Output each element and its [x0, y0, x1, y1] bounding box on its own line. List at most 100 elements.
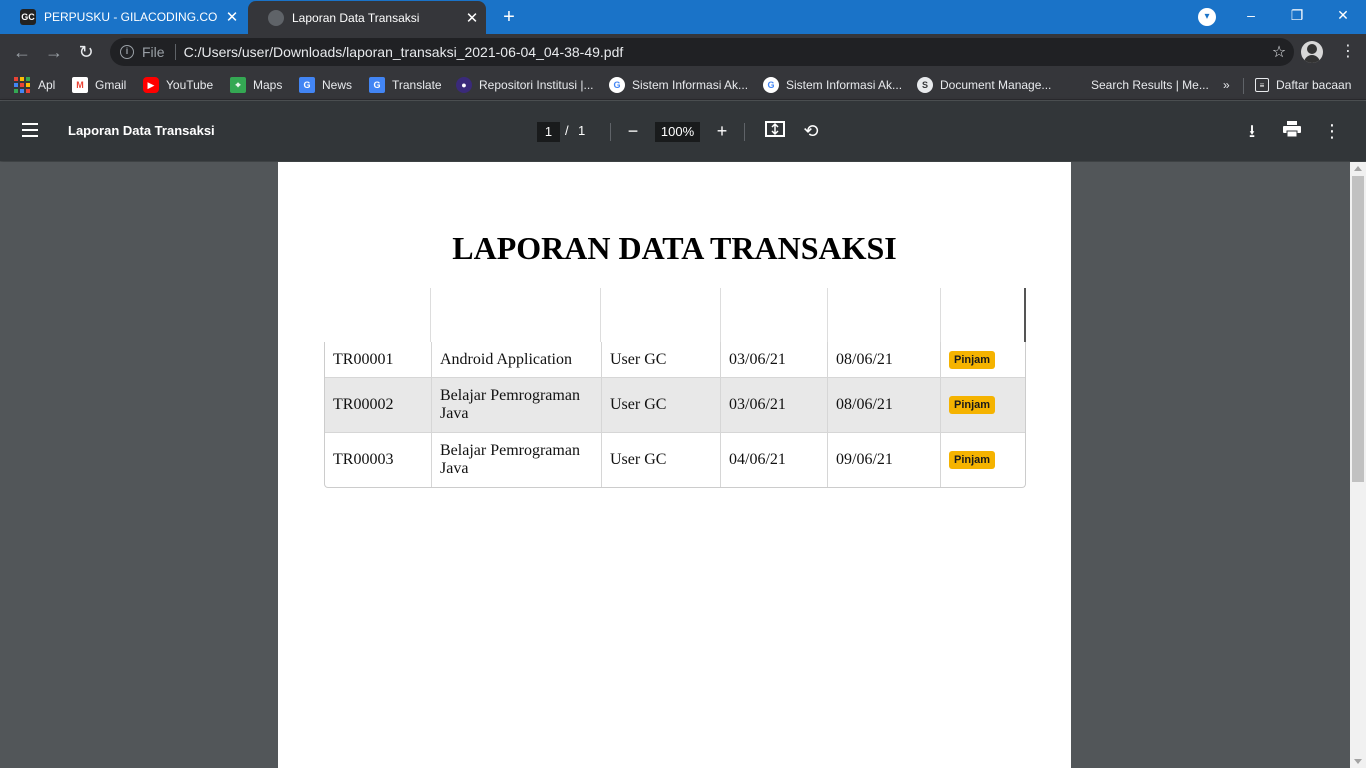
tab-perpusku[interactable]: GC PERPUSKU - GILACODING.COM ✕ — [0, 0, 246, 34]
apps-grid-icon — [14, 77, 30, 93]
google-icon: G — [763, 77, 779, 93]
print-icon[interactable] — [1280, 119, 1304, 143]
close-window-button[interactable]: ✕ — [1320, 0, 1366, 30]
cell-id: TR00003 — [333, 451, 394, 468]
cell-return-date: 08/06/21 — [827, 378, 940, 432]
download-icon[interactable]: ⭳ — [1240, 119, 1264, 143]
forward-arrow-icon[interactable]: → — [40, 38, 68, 66]
cell-return-date: 08/06/21 — [827, 342, 940, 377]
tab-search-icon[interactable]: ▾ — [1198, 8, 1216, 26]
cell-id: TR00002 — [333, 396, 394, 413]
page-separator: / — [565, 123, 569, 138]
bookmark-news[interactable]: G News — [299, 75, 352, 95]
address-bar[interactable]: i File C:/Users/user/Downloads/laporan_t… — [110, 38, 1294, 66]
cell-status: Pinjam — [940, 378, 1025, 432]
restore-button[interactable]: ❐ — [1274, 0, 1320, 30]
info-icon[interactable]: i — [120, 45, 134, 59]
bookmark-gmail[interactable]: M Gmail — [72, 75, 126, 95]
hamburger-menu-icon[interactable] — [22, 119, 46, 143]
pdf-viewport: LAPORAN DATA TRANSAKSI TR00001 Android A… — [0, 162, 1350, 768]
globe-icon — [268, 9, 284, 26]
bookmark-label: Repositori Institusi |... — [479, 78, 594, 92]
status-badge: Pinjam — [949, 396, 996, 414]
fit-to-page-icon[interactable] — [763, 119, 787, 143]
browser-toolbar: ← → ↻ i File C:/Users/user/Downloads/lap… — [0, 34, 1366, 70]
table-row: TR00003 Belajar Pemrograman Java User GC… — [325, 432, 1025, 487]
bookmark-label: Sistem Informasi Ak... — [786, 78, 903, 92]
gilacoding-favicon-icon: GC — [20, 9, 36, 25]
close-tab-icon[interactable]: ✕ — [218, 8, 246, 26]
more-options-icon[interactable]: ⋮ — [1320, 119, 1344, 143]
scroll-down-arrow-icon[interactable] — [1354, 759, 1362, 764]
pdf-title: Laporan Data Transaksi — [68, 123, 215, 138]
page-total: 1 — [578, 123, 586, 138]
bookmark-sistem-informasi-1[interactable]: G Sistem Informasi Ak... — [609, 75, 748, 95]
tab-title: PERPUSKU - GILACODING.COM — [44, 10, 218, 24]
bookmarks-bar: Apl M Gmail ▶ YouTube ⌖ Maps G News G Tr… — [0, 70, 1366, 100]
cell-user: User GC — [601, 378, 720, 432]
reload-icon[interactable]: ↻ — [72, 38, 100, 66]
bookmark-document-manage[interactable]: S Document Manage... — [917, 75, 1051, 95]
bookmark-star-icon[interactable]: ☆ — [1264, 42, 1294, 62]
bookmark-translate[interactable]: G Translate — [369, 75, 442, 95]
gmail-icon: M — [72, 77, 88, 93]
cell-borrow-date: 04/06/21 — [720, 433, 827, 487]
tab-laporan[interactable]: Laporan Data Transaksi ✕ — [248, 1, 486, 34]
scroll-up-arrow-icon[interactable] — [1354, 166, 1362, 171]
bookmark-label: Maps — [253, 78, 283, 92]
bookmark-label: Apl — [38, 78, 56, 92]
table-header-row — [324, 288, 1026, 342]
bookmark-repositori[interactable]: ● Repositori Institusi |... — [456, 75, 594, 95]
bookmark-label: Gmail — [95, 78, 127, 92]
bookmark-label: Sistem Informasi Ak... — [632, 78, 749, 92]
close-tab-icon[interactable]: ✕ — [458, 9, 486, 27]
bookmark-youtube[interactable]: ▶ YouTube — [143, 75, 213, 95]
status-badge: Pinjam — [949, 451, 996, 469]
bookmark-apps[interactable]: Apl — [14, 75, 55, 95]
tab-strip: GC PERPUSKU - GILACODING.COM ✕ Laporan D… — [0, 0, 1366, 34]
profile-avatar[interactable] — [1301, 41, 1323, 63]
bookmark-reading-list[interactable]: ≡ Daftar bacaan — [1255, 75, 1351, 95]
bookmark-label: Daftar bacaan — [1276, 78, 1352, 92]
divider — [174, 44, 176, 60]
document-icon: S — [917, 77, 933, 93]
cell-status: Pinjam — [940, 433, 1025, 487]
cell-return-date: 09/06/21 — [827, 433, 940, 487]
news-icon: G — [299, 77, 315, 93]
minimize-button[interactable]: – — [1228, 0, 1274, 30]
cell-status: Pinjam — [940, 342, 1025, 377]
maps-icon: ⌖ — [230, 77, 246, 93]
back-arrow-icon[interactable]: ← — [8, 38, 36, 66]
browser-menu-icon[interactable]: ⋮ — [1336, 38, 1360, 66]
more-bookmarks-chevron-icon[interactable]: » — [1223, 75, 1230, 95]
status-badge: Pinjam — [949, 350, 996, 369]
cell-borrow-date: 03/06/21 — [720, 342, 827, 377]
zoom-input[interactable]: 100% — [655, 122, 700, 142]
reading-list-icon: ≡ — [1255, 78, 1269, 92]
bookmark-sistem-informasi-2[interactable]: G Sistem Informasi Ak... — [763, 75, 902, 95]
rotate-icon[interactable]: ⟲ — [799, 119, 823, 143]
divider — [610, 123, 611, 141]
bookmark-label: Document Manage... — [940, 78, 1052, 92]
cell-book: Belajar Pemrograman Java — [431, 433, 601, 487]
cell-book: Android Application — [431, 342, 601, 377]
url-text[interactable]: C:/Users/user/Downloads/laporan_transaks… — [184, 44, 1264, 60]
bookmark-maps[interactable]: ⌖ Maps — [230, 75, 282, 95]
bookmark-label: YouTube — [166, 78, 214, 92]
table-row: TR00002 Belajar Pemrograman Java User GC… — [325, 377, 1025, 432]
cell-user: User GC — [601, 342, 720, 377]
page-number-input[interactable]: 1 — [537, 122, 560, 142]
scrollbar-thumb[interactable] — [1352, 176, 1364, 482]
document-title: LAPORAN DATA TRANSAKSI — [452, 230, 897, 266]
new-tab-button[interactable]: + — [496, 4, 522, 30]
bookmark-search-results[interactable]: Search Results | Me... — [1068, 75, 1209, 95]
table-body: TR00001 Android Application User GC 03/0… — [324, 342, 1026, 488]
zoom-in-icon[interactable]: + — [710, 119, 734, 143]
youtube-icon: ▶ — [143, 77, 159, 93]
divider — [744, 123, 745, 141]
repositori-icon: ● — [456, 77, 472, 93]
vertical-scrollbar[interactable] — [1350, 162, 1366, 768]
url-scheme: File — [142, 44, 165, 60]
tab-title: Laporan Data Transaksi — [292, 10, 420, 25]
zoom-out-icon[interactable]: − — [621, 119, 645, 143]
